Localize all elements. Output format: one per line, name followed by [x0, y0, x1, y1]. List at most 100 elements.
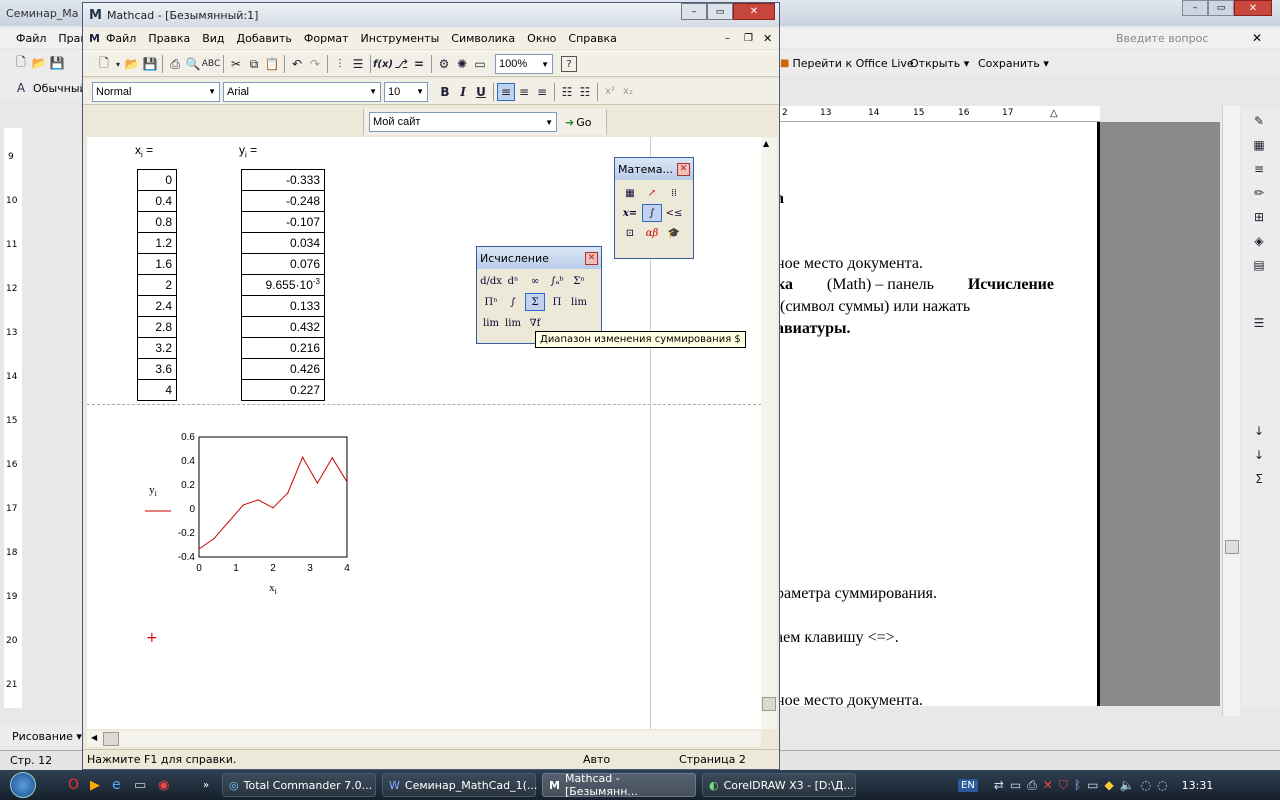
xy-plot[interactable]: 0.60.40.20-0.2-0.40 1 2 3 4xiyi — [137, 427, 377, 607]
x-values-table[interactable]: 0 0.4 0.8 1.2 1.6 2 2.4 2.8 3.2 3.6 4 — [137, 169, 177, 401]
clock[interactable]: 13:31 — [1182, 779, 1214, 792]
tray-volume-icon[interactable]: 🔈 — [1120, 778, 1135, 792]
menu-tools[interactable]: Инструменты — [355, 32, 446, 45]
align-across-icon[interactable]: ⫶ — [331, 55, 349, 73]
taskbar-item-mathcad[interactable]: M Mathcad - [Безымянн... — [542, 772, 696, 798]
calculator-icon[interactable]: ▦ — [620, 184, 640, 202]
x-cell[interactable]: 0.8 — [138, 211, 176, 232]
taskbar-item-coreldraw[interactable]: ◐ CorelDRAW X3 - [D:\Д... — [702, 773, 856, 797]
scrollbar-thumb[interactable] — [1225, 540, 1239, 554]
align-center-icon[interactable]: ≡ — [515, 83, 533, 101]
tray-shield-icon[interactable]: ⛉ — [1059, 778, 1068, 793]
taskbar-item-word[interactable]: W Семинар_MathCad_1(... — [382, 773, 537, 797]
borders-icon[interactable]: ⊞ — [1250, 208, 1268, 226]
minimize-icon[interactable]: – — [1182, 0, 1208, 16]
sort-desc-icon[interactable]: ↓ — [1250, 446, 1268, 464]
grid-icon[interactable]: ▤ — [1250, 256, 1268, 274]
y-cell[interactable]: 0.076 — [242, 253, 324, 274]
range-product-icon[interactable]: Π — [547, 293, 567, 311]
y-cell[interactable]: -0.333 — [242, 169, 324, 190]
x-cell[interactable]: 2 — [138, 274, 176, 295]
derivative-icon[interactable]: d/dx — [480, 272, 502, 290]
bullets-icon[interactable]: ☷ — [558, 83, 576, 101]
nth-derivative-icon[interactable]: dⁿ — [503, 272, 523, 290]
product-icon[interactable]: Πⁿ — [481, 293, 501, 311]
align-right-icon[interactable]: ≡ — [533, 83, 551, 101]
new-icon[interactable]: 🗋 — [12, 54, 30, 72]
sum-icon[interactable]: Σ — [1250, 470, 1268, 488]
save-icon[interactable]: 💾 — [48, 54, 66, 72]
math-palette-close-icon[interactable]: ✕ — [677, 162, 690, 176]
right-indent-marker[interactable]: △ — [1050, 108, 1058, 119]
calculus-icon[interactable]: ∫ — [642, 204, 662, 222]
new-icon[interactable]: 🗋 — [95, 55, 113, 73]
calculate-icon[interactable]: = — [410, 55, 428, 73]
menu-help[interactable]: Справка — [562, 32, 622, 45]
tray-monitor-icon[interactable]: ▭ — [1010, 778, 1021, 792]
mathcad-hscroll-thumb[interactable] — [103, 732, 119, 746]
symbolic-icon[interactable]: 🎓 — [664, 224, 684, 242]
gradient-icon[interactable]: ∇f — [525, 314, 545, 332]
style-select[interactable]: Normal ▼ — [92, 81, 220, 102]
italic-icon[interactable]: I — [454, 83, 472, 101]
open-button[interactable]: Открыть ▾ — [910, 57, 969, 70]
limit-right-icon[interactable]: lim — [481, 314, 501, 332]
bold-icon[interactable]: B — [436, 83, 454, 101]
tray-network2-icon[interactable]: ▭ — [1087, 778, 1098, 792]
numbering-icon[interactable]: ☷ — [576, 83, 594, 101]
programming-icon[interactable]: ⊡ — [620, 224, 640, 242]
tray-misc2-icon[interactable]: ◌ — [1157, 778, 1167, 792]
menu-view[interactable]: Вид — [196, 32, 230, 45]
quicklaunch-chrome-icon[interactable]: ◉ — [158, 778, 169, 793]
matrix-icon[interactable]: ⁞⁞ — [664, 184, 684, 202]
subscript-icon[interactable]: x₂ — [619, 83, 637, 101]
drawing-menu[interactable]: Рисование ▾ — [12, 730, 82, 743]
redo-icon[interactable]: ↷ — [306, 55, 324, 73]
quicklaunch-media-icon[interactable]: ▶ — [90, 778, 100, 793]
calculus-palette-close-icon[interactable]: ✕ — [585, 251, 598, 265]
taskbar-item-total-commander[interactable]: ◎ Total Commander 7.0... — [222, 773, 376, 797]
quicklaunch-more-icon[interactable]: » — [203, 780, 209, 791]
tray-misc-icon[interactable]: ◌ — [1141, 778, 1151, 792]
menu-edit[interactable]: Правка — [142, 32, 196, 45]
menu-window[interactable]: Окно — [521, 32, 562, 45]
zoom-select[interactable]: 100% ▼ — [495, 54, 553, 74]
site-select[interactable]: Мой сайт ▼ — [369, 112, 557, 132]
components-icon[interactable]: ⚙ — [435, 55, 453, 73]
summation-icon[interactable]: Σⁿ — [569, 272, 589, 290]
x-cell[interactable]: 0.4 — [138, 190, 176, 211]
open-icon[interactable]: 📂 — [30, 54, 48, 72]
word-menu-file[interactable]: Файл — [10, 32, 52, 45]
align-down-icon[interactable]: ☰ — [349, 55, 367, 73]
help-icon[interactable]: ? — [561, 56, 577, 72]
range-sum-icon[interactable]: Σ — [525, 293, 545, 311]
insert-function-icon[interactable]: f(x) — [373, 55, 393, 73]
y-cell[interactable]: 0.227 — [242, 379, 324, 400]
close-doc-icon[interactable]: ✕ — [1252, 31, 1262, 45]
graph-icon[interactable]: ↗ — [642, 184, 662, 202]
window-icon[interactable]: ▭ — [471, 55, 489, 73]
sort-asc-icon[interactable]: ↓ — [1250, 422, 1268, 440]
scroll-left-icon[interactable]: ◀ — [91, 733, 97, 742]
print-preview-icon[interactable]: 🔍 — [184, 55, 202, 73]
maximize-icon[interactable]: ▭ — [1208, 0, 1234, 16]
tray-antivirus-icon[interactable]: ✕ — [1043, 778, 1053, 792]
tray-printer-icon[interactable]: ⎙ — [1027, 778, 1037, 793]
tray-network-icon[interactable]: ⇄ — [994, 778, 1004, 792]
open-icon[interactable]: 📂 — [123, 55, 141, 73]
align-icon[interactable]: ☰ — [1250, 314, 1268, 332]
boolean-icon[interactable]: <≤ — [664, 204, 684, 222]
align-left-icon[interactable]: ≡ — [497, 82, 515, 101]
go-button[interactable]: ➜ Go — [565, 116, 591, 129]
tray-bluetooth-icon[interactable]: ᛒ — [1074, 778, 1081, 792]
limit-icon[interactable]: lim — [569, 293, 589, 311]
start-button[interactable] — [0, 770, 46, 800]
doc-minimize-icon[interactable]: – — [725, 33, 730, 44]
indefinite-integral-icon[interactable]: ∫ — [503, 293, 523, 311]
x-cell[interactable]: 0 — [138, 169, 176, 190]
print-icon[interactable]: ⎙ — [166, 55, 184, 73]
x-cell[interactable]: 1.2 — [138, 232, 176, 253]
line-weight-icon[interactable]: ≡ — [1250, 160, 1268, 178]
help-search-input[interactable]: Введите вопрос — [1116, 32, 1208, 45]
quicklaunch-desktop-icon[interactable]: ▭ — [134, 778, 146, 793]
